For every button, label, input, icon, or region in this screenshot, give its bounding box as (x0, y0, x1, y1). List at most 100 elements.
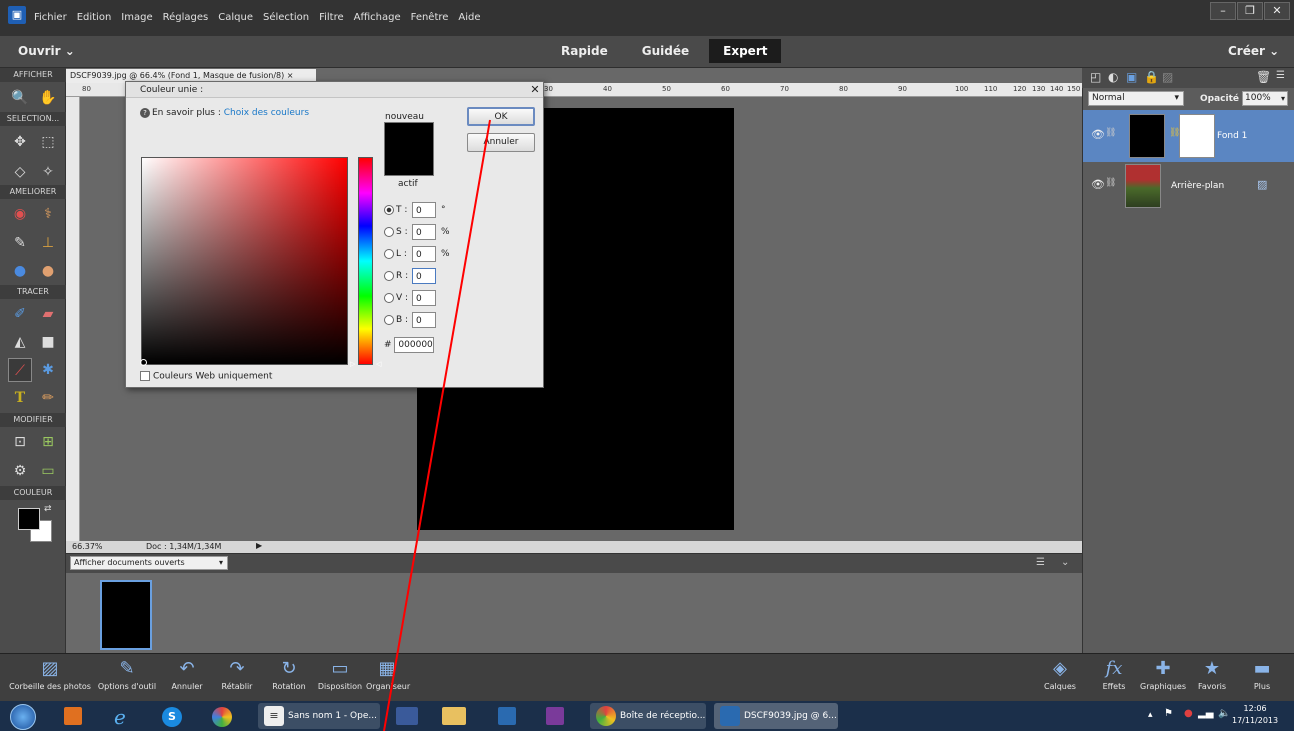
tray-chevron-icon[interactable]: ▴ (1148, 710, 1153, 720)
tool-options-button[interactable]: ✎ Options d'outil (92, 658, 162, 691)
healing-brush-tool-icon[interactable]: ⚕ (36, 202, 60, 226)
adjustment-layer-icon[interactable]: ◐ (1108, 70, 1118, 84)
gradient-tool-icon[interactable]: ■ (36, 330, 60, 354)
green-radio[interactable] (384, 292, 394, 303)
close-tab-icon[interactable]: × (287, 71, 294, 80)
swap-colors-icon[interactable]: ⇄ (44, 504, 52, 514)
menu-selection[interactable]: Sélection (263, 12, 309, 23)
hue-slider-right-arrow-icon[interactable]: ◁ (376, 360, 381, 368)
saturation-input[interactable]: 0 (412, 224, 436, 240)
media-player-icon[interactable] (64, 707, 82, 725)
tab-rapide[interactable]: Rapide (547, 39, 622, 63)
create-button[interactable]: Créer ⌄ (1228, 44, 1279, 58)
antivirus-icon[interactable]: ● (1184, 708, 1193, 719)
menu-aide[interactable]: Aide (458, 12, 480, 23)
blur-tool-icon[interactable]: ● (8, 259, 32, 283)
paint-bucket-tool-icon[interactable]: ◭ (8, 330, 32, 354)
hue-slider[interactable] (358, 157, 373, 365)
color-field-marker[interactable] (140, 359, 147, 366)
hue-input[interactable]: 0 (412, 202, 436, 218)
hue-slider-left-arrow-icon[interactable]: ▷ (350, 360, 355, 368)
opacity-input[interactable]: 100% ▾ (1242, 91, 1288, 106)
smart-brush-tool-icon[interactable]: ✎ (8, 231, 32, 255)
menu-reglages[interactable]: Réglages (163, 12, 209, 23)
blend-mode-select[interactable]: Normal ▾ (1088, 91, 1184, 106)
brush-tool-icon[interactable]: ✐ (8, 302, 32, 326)
red-radio[interactable] (384, 270, 394, 281)
web-colors-only[interactable]: Couleurs Web uniquement (140, 371, 272, 382)
text-tool-icon[interactable]: T (8, 386, 32, 410)
volume-icon[interactable]: 🔈 (1218, 708, 1230, 719)
new-layer-icon[interactable]: ◰ (1090, 70, 1101, 84)
start-button[interactable] (10, 704, 36, 730)
organizer-button[interactable]: ▦ Organiseur (366, 658, 410, 691)
red-input[interactable]: 0 (412, 268, 436, 284)
task-dscf9039[interactable]: DSCF9039.jpg @ 6... (714, 703, 838, 729)
web-colors-checkbox[interactable] (140, 371, 150, 381)
menu-filtre[interactable]: Filtre (319, 12, 344, 23)
photo-bin-thumbnail[interactable] (100, 580, 152, 650)
lightness-input[interactable]: 0 (412, 246, 436, 262)
effects-button[interactable]: fx Effets (1096, 658, 1132, 691)
tab-expert[interactable]: Expert (709, 39, 782, 63)
visibility-eye-icon[interactable]: 👁 (1091, 178, 1105, 191)
flag-icon[interactable]: ⚑ (1164, 708, 1173, 719)
close-button[interactable]: ✕ (1264, 2, 1290, 20)
lock-transparent-icon[interactable]: ▨ (1162, 70, 1173, 84)
hand-tool-icon[interactable]: ✋ (36, 86, 60, 110)
layer-row-fond-1[interactable]: 👁 ⛓ ⛓ Fond 1 (1083, 110, 1294, 162)
layer-mask-icon[interactable]: ▣ (1126, 70, 1137, 84)
hex-input[interactable]: 000000 (394, 337, 435, 353)
ok-button[interactable]: OK (467, 107, 535, 126)
picasa-icon[interactable] (212, 707, 232, 727)
magic-wand-tool-icon[interactable]: ✧ (36, 160, 60, 184)
photo-bin-button[interactable]: ▨ Corbeille des photos (2, 658, 98, 691)
restore-button[interactable]: ❐ (1237, 2, 1263, 20)
mask-thumbnail[interactable] (1179, 114, 1215, 158)
marquee-tool-icon[interactable]: ⬚ (36, 130, 60, 154)
visibility-eye-icon[interactable]: 👁 (1091, 128, 1105, 141)
learn-more-link[interactable]: Choix des couleurs (224, 108, 309, 118)
favorites-button[interactable]: ★ Favoris (1194, 658, 1230, 691)
crop-tool-icon[interactable]: ⊡ (8, 430, 32, 454)
recompose-tool-icon[interactable]: ⊞ (36, 430, 60, 454)
rotation-button[interactable]: ↻ Rotation (266, 658, 312, 691)
open-button[interactable]: Ouvrir ⌄ (18, 44, 75, 58)
clone-stamp-tool-icon[interactable]: ⊥ (36, 231, 60, 255)
menu-affichage[interactable]: Affichage (354, 12, 401, 23)
network-icon[interactable]: ▂▄ (1198, 708, 1213, 719)
sponge-tool-icon[interactable]: ● (36, 259, 60, 283)
panel-menu-icon[interactable]: ☰ (1276, 70, 1285, 81)
zoom-readout[interactable]: 66.37% (72, 542, 103, 551)
menu-edition[interactable]: Edition (77, 12, 112, 23)
menu-fenetre[interactable]: Fenêtre (411, 12, 449, 23)
content-move-tool-icon[interactable]: ⚙ (8, 459, 32, 483)
layer-row-arriere-plan[interactable]: 👁 ⛓ Arrière-plan ▨ (1083, 160, 1294, 212)
menu-fichier[interactable]: Fichier (34, 12, 67, 23)
custom-shape-tool-icon[interactable]: ✱ (36, 358, 60, 382)
blue-radio[interactable] (384, 314, 394, 325)
internet-explorer-icon[interactable]: e (114, 705, 126, 729)
menu-calque[interactable]: Calque (218, 12, 253, 23)
task-boite-reception[interactable]: Boîte de réceptio... (590, 703, 706, 729)
link-icon[interactable]: ⛓ (1105, 128, 1116, 138)
chevron-down-icon[interactable]: ⌄ (1061, 557, 1069, 568)
green-input[interactable]: 0 (412, 290, 436, 306)
lock-icon[interactable]: 🔒 (1144, 70, 1159, 84)
move-tool-icon[interactable]: ✥ (8, 130, 32, 154)
trash-icon[interactable]: 🗑 (1256, 70, 1271, 84)
clock[interactable]: 12:06 17/11/2013 (1232, 703, 1278, 727)
layers-button[interactable]: ◈ Calques (1040, 658, 1080, 691)
lasso-tool-icon[interactable]: ◇ (8, 160, 32, 184)
color-field[interactable] (141, 157, 348, 365)
book-app-icon[interactable] (396, 707, 418, 725)
photo-bin-select[interactable]: Afficher documents ouverts ▾ (70, 556, 228, 570)
file-explorer-icon[interactable] (442, 707, 466, 725)
cancel-button[interactable]: Annuler (467, 133, 535, 152)
eraser-tool-icon[interactable]: ▰ (36, 302, 60, 326)
menu-image[interactable]: Image (121, 12, 152, 23)
photoshop-elements-icon[interactable] (498, 707, 516, 725)
graphics-button[interactable]: ✚ Graphiques (1136, 658, 1190, 691)
bin-menu-icon[interactable]: ☰ (1036, 557, 1045, 568)
hue-radio[interactable] (384, 204, 394, 215)
